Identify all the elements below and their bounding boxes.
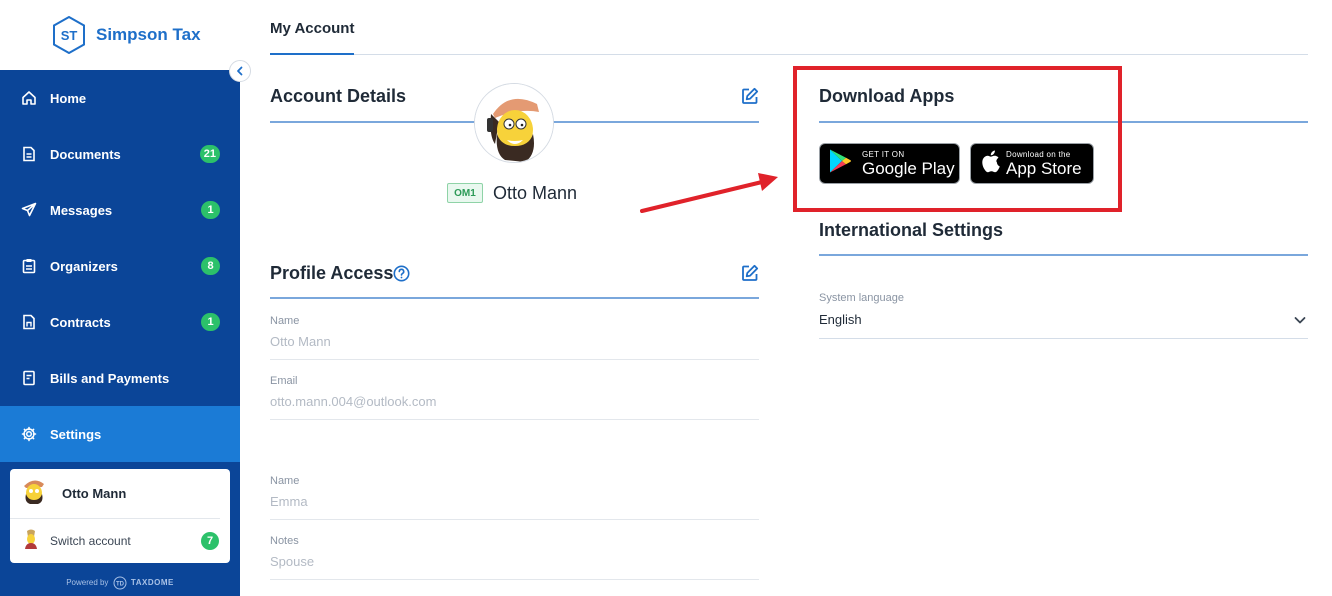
profile-avatar[interactable]: [474, 83, 554, 163]
collapse-sidebar-button[interactable]: [229, 60, 251, 82]
annotation-arrow-icon: [630, 165, 790, 225]
field-email: Email otto.mann.004@outlook.com: [270, 360, 759, 420]
field-name: Name Otto Mann: [270, 300, 759, 360]
brand-initials: ST: [61, 28, 78, 43]
client-name: Otto Mann: [493, 183, 578, 203]
brand-name: Simpson Tax: [96, 25, 201, 44]
powered-by-brand: TAXDOME: [130, 578, 174, 588]
edit-account-details-button[interactable]: [741, 87, 759, 105]
sidebar-item-label: Organizers: [50, 258, 118, 274]
chevron-down-icon[interactable]: [1292, 312, 1308, 328]
sidebar-item-label: Home: [50, 90, 87, 106]
sidebar: ST Simpson Tax Home Documents 21 Message…: [0, 0, 240, 596]
powered-by[interactable]: Powered by TD TAXDOME: [0, 576, 240, 590]
home-icon: [20, 89, 38, 107]
powered-by-text: Powered by: [66, 578, 109, 588]
count-badge: 1: [201, 313, 220, 331]
edit-icon: [742, 264, 759, 281]
sidebar-item-label: Settings: [50, 426, 102, 442]
divider: [270, 297, 759, 299]
field-label: Name: [270, 315, 300, 327]
question-icon: [393, 265, 410, 282]
sidebar-item-label: Documents: [50, 146, 121, 162]
field-notes: Notes Spouse: [270, 520, 759, 580]
help-button[interactable]: [393, 265, 410, 282]
annotation-highlight-box: [793, 66, 1122, 212]
brand[interactable]: ST Simpson Tax: [0, 0, 240, 70]
sidebar-item-documents[interactable]: Documents 21: [0, 126, 240, 182]
sidebar-nav: Home Documents 21 Messages 1 Organizers …: [0, 70, 240, 462]
current-user[interactable]: Otto Mann: [10, 469, 220, 519]
field-contact-name: Name Emma: [270, 460, 759, 520]
brand-logo-icon: ST: [52, 16, 86, 54]
account-details-title: Account Details: [270, 86, 407, 106]
sidebar-item-label: Contracts: [50, 314, 111, 330]
tab-bar: My Account: [270, 0, 1308, 55]
count-badge: 8: [201, 257, 220, 275]
sidebar-item-label: Bills and Payments: [50, 370, 170, 386]
divider: [819, 338, 1308, 339]
language-select[interactable]: English: [819, 312, 862, 327]
contract-icon: [20, 313, 38, 331]
count-badge: 21: [199, 145, 220, 163]
sidebar-item-bills[interactable]: Bills and Payments: [0, 350, 240, 406]
chevron-left-icon: [237, 66, 243, 76]
divider: [819, 254, 1308, 256]
international-settings-title: International Settings: [819, 220, 1004, 240]
sidebar-item-home[interactable]: Home: [0, 70, 240, 126]
sidebar-item-label: Messages: [50, 202, 113, 218]
document-icon: [20, 145, 38, 163]
taxdome-logo-mark: TD: [116, 582, 125, 588]
field-value: Emma: [270, 494, 308, 509]
language-label: System language: [819, 292, 904, 304]
send-icon: [20, 201, 38, 219]
edit-profile-access-button[interactable]: [741, 264, 759, 282]
count-badge: 7: [201, 532, 219, 550]
edit-icon: [742, 87, 759, 104]
switch-account-label: Switch account: [50, 534, 131, 548]
gear-icon: [20, 425, 38, 443]
sidebar-item-organizers[interactable]: Organizers 8: [0, 238, 240, 294]
client-code-badge: OM1: [447, 183, 483, 203]
tab-my-account[interactable]: My Account: [270, 20, 355, 55]
sidebar-item-messages[interactable]: Messages 1: [0, 182, 240, 238]
field-label: Notes: [270, 535, 299, 547]
field-value: Otto Mann: [270, 334, 331, 349]
taxdome-logo-icon: TD: [113, 576, 127, 590]
sidebar-item-contracts[interactable]: Contracts 1: [0, 294, 240, 350]
sidebar-item-settings[interactable]: Settings: [0, 406, 240, 462]
count-badge: 1: [201, 201, 220, 219]
user-name: Otto Mann: [62, 486, 127, 501]
avatar: [20, 476, 48, 511]
field-value: Spouse: [270, 554, 315, 569]
switch-account[interactable]: Switch account 7: [10, 519, 230, 563]
profile-access-title: Profile Access: [270, 263, 394, 283]
user-card: Otto Mann Switch account 7: [10, 469, 230, 563]
field-label: Email: [270, 375, 298, 387]
invoice-icon: [20, 369, 38, 387]
clipboard-icon: [20, 257, 38, 275]
field-label: Name: [270, 475, 300, 487]
field-value: otto.mann.004@outlook.com: [270, 394, 437, 409]
spouse-avatar-icon: [22, 529, 40, 554]
